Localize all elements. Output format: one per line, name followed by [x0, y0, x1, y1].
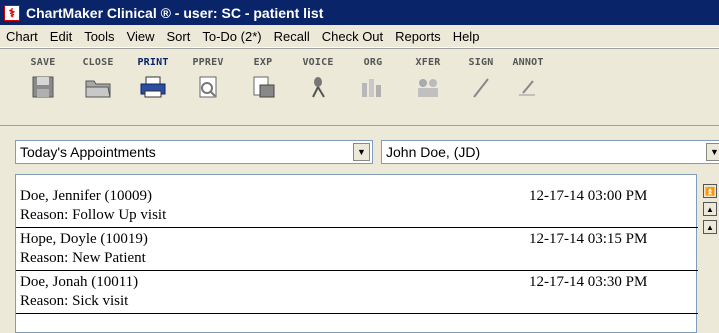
annotate-button[interactable]: ANNOT [505, 57, 551, 107]
menu-view[interactable]: View [121, 29, 161, 44]
window-title: ChartMaker Clinical ® - user: SC - patie… [26, 4, 324, 21]
print-button[interactable]: PRINT [130, 57, 176, 107]
menu-edit[interactable]: Edit [44, 29, 78, 44]
voice-label: VOICE [302, 57, 334, 68]
view-select-value: Today's Appointments [20, 144, 156, 160]
voice-button[interactable]: VOICE [295, 57, 341, 107]
print-label: PRINT [137, 57, 169, 68]
sign-button[interactable]: SIGN [458, 57, 504, 107]
visit-reason: Reason: Sick visit [20, 293, 129, 309]
menu-sort[interactable]: Sort [161, 29, 197, 44]
menu-help[interactable]: Help [447, 29, 486, 44]
sign-label: SIGN [468, 57, 494, 68]
toolbar: SAVE CLOSE PRINT PPREV EXP VOICE ORG XFE… [0, 48, 719, 126]
patient-name: Doe, Jonah (10011) [20, 274, 139, 290]
menu-recall[interactable]: Recall [268, 29, 316, 44]
export-icon [253, 76, 275, 98]
list-scrollbar[interactable]: ⏫ ▲ ▲ [701, 174, 719, 333]
pen-sign-icon [473, 78, 489, 98]
floppy-disk-icon [32, 76, 54, 98]
org-button[interactable]: ORG [350, 57, 396, 107]
print-preview-button[interactable]: PPREV [185, 57, 231, 107]
title-bar: ⚕ ChartMaker Clinical ® - user: SC - pat… [0, 0, 719, 25]
scroll-top-icon[interactable]: ⏫ [703, 184, 717, 198]
org-chart-icon [362, 79, 381, 97]
menu-reports[interactable]: Reports [389, 29, 447, 44]
provider-select-value: John Doe, (JD) [386, 144, 481, 160]
list-item[interactable]: Doe, Jonah (10011) 12-17-14 03:30 PM Rea… [16, 271, 698, 314]
annot-label: ANNOT [512, 57, 544, 68]
scroll-up-icon[interactable]: ▲ [703, 220, 717, 234]
appointment-datetime: 12-17-14 03:30 PM [529, 274, 648, 290]
xfer-label: XFER [415, 57, 441, 68]
menu-todo[interactable]: To-Do (2*) [196, 29, 267, 44]
page-up-icon[interactable]: ▲ [703, 202, 717, 216]
menu-chart[interactable]: Chart [0, 29, 44, 44]
menu-check-out[interactable]: Check Out [316, 29, 389, 44]
caduceus-app-icon: ⚕ [4, 4, 20, 21]
annotate-pencil-icon [519, 80, 535, 96]
list-item[interactable]: Doe, Jennifer (10009) 12-17-14 03:00 PM … [16, 185, 698, 228]
save-label: SAVE [30, 57, 56, 68]
transfer-button[interactable]: XFER [405, 57, 451, 107]
exp-label: EXP [253, 57, 273, 68]
pprev-label: PPREV [192, 57, 224, 68]
export-button[interactable]: EXP [240, 57, 286, 107]
appointment-datetime: 12-17-14 03:00 PM [529, 188, 648, 204]
chevron-down-icon[interactable]: ▼ [353, 143, 370, 161]
filter-bar: Today's Appointments ▼ John Doe, (JD) ▼ [0, 140, 719, 168]
save-button[interactable]: SAVE [20, 57, 66, 107]
chevron-down-icon[interactable]: ▼ [706, 143, 719, 161]
patient-name: Doe, Jennifer (10009) [20, 188, 153, 204]
provider-select[interactable]: John Doe, (JD) ▼ [381, 140, 719, 164]
close-label: CLOSE [82, 57, 114, 68]
view-select[interactable]: Today's Appointments ▼ [15, 140, 373, 164]
list-item[interactable]: Hope, Doyle (10019) 12-17-14 03:15 PM Re… [16, 228, 698, 271]
microphone-icon [312, 77, 325, 98]
appointment-datetime: 12-17-14 03:15 PM [529, 231, 648, 247]
close-button[interactable]: CLOSE [75, 57, 121, 107]
menu-bar: Chart Edit Tools View Sort To-Do (2*) Re… [0, 25, 719, 48]
print-preview-icon [199, 76, 217, 98]
visit-reason: Reason: Follow Up visit [20, 207, 167, 223]
transfer-users-icon [418, 79, 438, 97]
visit-reason: Reason: New Patient [20, 250, 146, 266]
appointment-list: Doe, Jennifer (10009) 12-17-14 03:00 PM … [15, 174, 698, 333]
folder-icon [85, 80, 111, 98]
org-label: ORG [363, 57, 383, 68]
menu-tools[interactable]: Tools [78, 29, 120, 44]
printer-icon [140, 76, 166, 98]
patient-name: Hope, Doyle (10019) [20, 231, 148, 247]
